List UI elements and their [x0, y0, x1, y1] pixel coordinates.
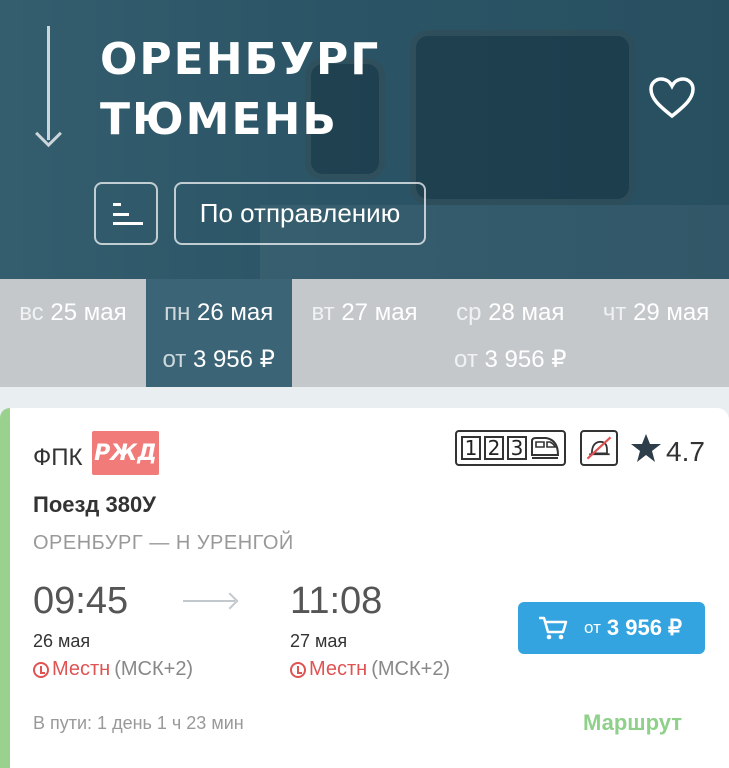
cart-icon [539, 616, 568, 640]
route-header: ОРЕНБУРГ ТЮМЕНЬ По отправлению [0, 0, 729, 279]
date-weekday: вт [311, 299, 335, 326]
date-weekday: пн [164, 299, 191, 326]
timezone-offset: (МСК+2) [114, 658, 194, 680]
date-price: от 3 956 ₽ [146, 345, 292, 374]
price-value: 3 956 ₽ [192, 346, 275, 373]
date-tab[interactable]: чт 29 мая [583, 279, 729, 387]
arrow-down-icon-head [35, 120, 62, 148]
clock-icon [33, 661, 49, 678]
date-label: 26 мая [197, 299, 274, 326]
star-icon [631, 434, 661, 462]
sort-icon [113, 222, 143, 225]
timezone-label: Местн [309, 658, 368, 680]
date-price: от 3 956 ₽ [437, 345, 583, 374]
price-prefix: от [454, 346, 478, 373]
train-number: Поезд 380У [33, 492, 156, 517]
train-icon [531, 437, 560, 459]
date-tab[interactable]: ср 28 мая от 3 956 ₽ [437, 279, 583, 387]
no-food-icon [580, 430, 618, 466]
date-tab[interactable]: вт 27 мая [292, 279, 438, 387]
arrival-date: 27 мая [290, 631, 348, 651]
rating-value: 4.7 [666, 436, 705, 467]
date-label: 25 мая [50, 299, 127, 326]
buy-price-prefix: от [584, 618, 601, 637]
departure-time: 09:45 [33, 580, 129, 622]
price-value: 3 956 ₽ [484, 346, 567, 373]
date-weekday: вс [19, 299, 44, 326]
class-1-icon: 1 [461, 436, 481, 460]
arrival-time: 11:08 [290, 580, 383, 622]
card-accent [0, 408, 10, 768]
class-2-icon: 2 [484, 436, 504, 460]
arrow-right-icon [183, 600, 235, 602]
train-route: ОРЕНБУРГ — Н УРЕНГОЙ [33, 532, 294, 554]
date-selector: вс 25 мая пн 26 мая от 3 956 ₽ вт 27 мая… [0, 279, 729, 387]
car-classes-icon: 1 2 3 [455, 430, 566, 466]
route-link[interactable]: Маршрут [583, 710, 682, 736]
date-weekday: чт [602, 299, 627, 326]
buy-price: 3 956 ₽ [606, 615, 683, 640]
travel-duration: В пути: 1 день 1 ч 23 мин [33, 713, 244, 733]
date-label: 29 мая [633, 299, 710, 326]
heart-icon[interactable] [648, 76, 696, 120]
class-3-icon: 3 [507, 436, 527, 460]
date-label: 27 мая [341, 299, 418, 326]
buy-ticket-button[interactable]: от 3 956 ₽ [518, 602, 705, 654]
sort-icon [113, 203, 121, 206]
arrival-timezone: Местн (МСК+2) [290, 658, 450, 681]
date-label: 28 мая [488, 299, 565, 326]
header-background-decor [410, 30, 635, 205]
sort-button[interactable] [94, 182, 158, 245]
carrier-name: ФПК [33, 444, 83, 471]
from-city: ОРЕНБУРГ [100, 34, 381, 85]
clock-icon [290, 661, 306, 678]
departure-timezone: Местн (МСК+2) [33, 658, 193, 681]
date-tab[interactable]: вс 25 мая [0, 279, 146, 387]
timezone-offset: (МСК+2) [371, 658, 451, 680]
date-tab-selected[interactable]: пн 26 мая от 3 956 ₽ [145, 279, 292, 387]
sort-icon [113, 213, 129, 216]
train-card[interactable]: ФПК РЖД 1 2 3 4.7 Поезд 380У ОРЕНБУРГ — … [0, 408, 729, 768]
sort-order-button[interactable]: По отправлению [174, 182, 426, 245]
departure-date: 26 мая [33, 631, 91, 651]
timezone-label: Местн [52, 658, 111, 680]
price-prefix: от [162, 346, 187, 373]
rzd-logo: РЖД [92, 431, 159, 475]
to-city: ТЮМЕНЬ [100, 94, 338, 145]
date-weekday: ср [456, 299, 482, 326]
